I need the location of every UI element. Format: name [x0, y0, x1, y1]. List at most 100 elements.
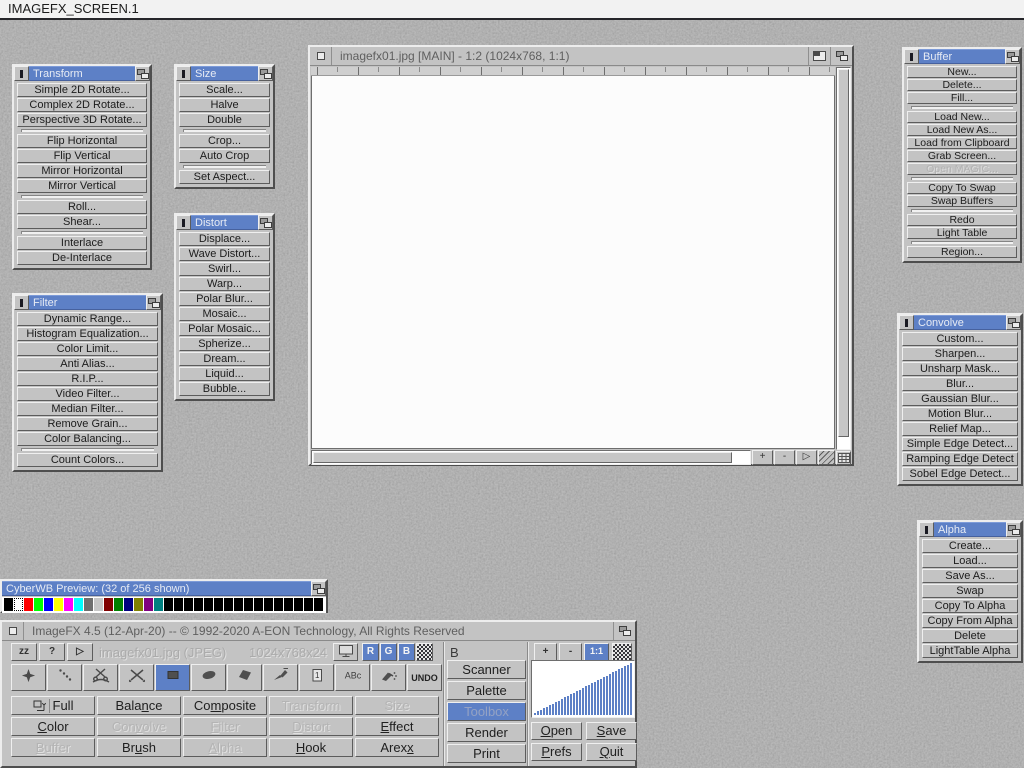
- screen-mode-button[interactable]: [333, 643, 358, 661]
- grid-button-full[interactable]: Full: [11, 696, 95, 715]
- palette-button-complex-2d-rotate[interactable]: Complex 2D Rotate...: [17, 98, 147, 112]
- close-gadget[interactable]: [14, 295, 29, 310]
- palette-button-sharpen[interactable]: Sharpen...: [902, 347, 1018, 361]
- play-button[interactable]: ▷: [67, 643, 93, 661]
- palette-button-redo[interactable]: Redo: [907, 214, 1017, 226]
- palette-button-double[interactable]: Double: [179, 113, 270, 127]
- palette-button-median-filter[interactable]: Median Filter...: [17, 402, 158, 416]
- color-swatch[interactable]: [4, 598, 13, 611]
- color-swatch[interactable]: [244, 598, 253, 611]
- palette-titlebar[interactable]: Transform: [14, 66, 150, 81]
- palette-button-liquid[interactable]: Liquid...: [179, 367, 270, 381]
- freehand-draw-tool-button[interactable]: [47, 664, 82, 691]
- palette-button-flip-horizontal[interactable]: Flip Horizontal: [17, 134, 147, 148]
- color-swatch[interactable]: [44, 598, 53, 611]
- color-swatch[interactable]: [104, 598, 113, 611]
- window-titlebar[interactable]: ImageFX 4.5 (12-Apr-20) -- © 1992-2020 A…: [2, 622, 635, 641]
- depth-gadget[interactable]: [1006, 522, 1021, 537]
- color-swatch[interactable]: [274, 598, 283, 611]
- color-swatch[interactable]: [164, 598, 173, 611]
- text-tool-button[interactable]: ABc: [335, 664, 370, 691]
- view-zoom-out-button[interactable]: -: [559, 643, 582, 661]
- palette-button-auto-crop[interactable]: Auto Crop: [179, 149, 270, 163]
- depth-gadget[interactable]: [311, 581, 326, 596]
- palette-titlebar[interactable]: Distort: [176, 215, 273, 230]
- page-button-palette[interactable]: Palette: [447, 681, 526, 700]
- color-swatch[interactable]: [144, 598, 153, 611]
- grid-button-hook[interactable]: Hook: [269, 738, 353, 757]
- horizontal-scrollbar[interactable]: [311, 450, 751, 465]
- action-button-quit[interactable]: Quit: [586, 743, 637, 761]
- color-swatch[interactable]: [154, 598, 163, 611]
- close-gadget[interactable]: [2, 622, 24, 640]
- action-button-prefs[interactable]: Prefs: [531, 743, 582, 761]
- green-channel-button[interactable]: G: [380, 643, 397, 661]
- zoom-gadget[interactable]: [808, 47, 830, 65]
- color-swatch[interactable]: [64, 598, 73, 611]
- palette-button-fill[interactable]: Fill...: [907, 92, 1017, 104]
- palette-button-de-interlace[interactable]: De-Interlace: [17, 251, 147, 265]
- action-button-open[interactable]: Open: [531, 722, 582, 740]
- page-button-print[interactable]: Print: [447, 744, 526, 763]
- palette-button-color-balancing[interactable]: Color Balancing...: [17, 432, 158, 446]
- grid-gadget[interactable]: [836, 451, 851, 465]
- palette-button-warp[interactable]: Warp...: [179, 277, 270, 291]
- close-gadget[interactable]: [176, 215, 191, 230]
- grid-button-balance[interactable]: Balance: [97, 696, 181, 715]
- brush-tool-button[interactable]: [263, 664, 298, 691]
- palette-button-displace[interactable]: Displace...: [179, 232, 270, 246]
- color-swatch[interactable]: [14, 598, 23, 611]
- vertical-scrollbar-knob[interactable]: [838, 69, 849, 437]
- color-swatch[interactable]: [184, 598, 193, 611]
- palette-button-unsharp-mask[interactable]: Unsharp Mask...: [902, 362, 1018, 376]
- close-gadget[interactable]: [899, 315, 914, 330]
- palette-button-swap-buffers[interactable]: Swap Buffers: [907, 195, 1017, 207]
- color-swatch[interactable]: [114, 598, 123, 611]
- color-swatch[interactable]: [264, 598, 273, 611]
- color-swatch[interactable]: [54, 598, 63, 611]
- palette-button-simple-2d-rotate[interactable]: Simple 2D Rotate...: [17, 83, 147, 97]
- window-titlebar[interactable]: imagefx01.jpg [MAIN] - 1:2 (1024x768, 1:…: [310, 47, 852, 66]
- freehand-cut-tool-button[interactable]: [83, 664, 118, 691]
- palette-button-load[interactable]: Load...: [922, 554, 1018, 568]
- palette-button-simple-edge-detect[interactable]: Simple Edge Detect...: [902, 437, 1018, 451]
- palette-button-save-as[interactable]: Save As...: [922, 569, 1018, 583]
- scissors-tool-button[interactable]: [119, 664, 154, 691]
- palette-button-polar-blur[interactable]: Polar Blur...: [179, 292, 270, 306]
- color-swatch[interactable]: [194, 598, 203, 611]
- palette-button-grab-screen[interactable]: Grab Screen...: [907, 150, 1017, 162]
- palette-button-perspective-3d-rotate[interactable]: Perspective 3D Rotate...: [17, 113, 147, 127]
- page-button-toolbox[interactable]: Toolbox: [447, 702, 526, 721]
- move-tool-button[interactable]: [11, 664, 46, 691]
- palette-button-spherize[interactable]: Spherize...: [179, 337, 270, 351]
- action-button-save[interactable]: Save: [586, 722, 637, 740]
- palette-button-region[interactable]: Region...: [907, 246, 1017, 258]
- close-gadget[interactable]: [14, 66, 29, 81]
- grid-button-composite[interactable]: Composite: [183, 696, 267, 715]
- palette-button-swirl[interactable]: Swirl...: [179, 262, 270, 276]
- next-buffer-button[interactable]: ▷: [796, 450, 817, 465]
- palette-button-halve[interactable]: Halve: [179, 98, 270, 112]
- palette-button-ramping-edge-detect[interactable]: Ramping Edge Detect: [902, 452, 1018, 466]
- color-swatch[interactable]: [284, 598, 293, 611]
- palette-button-sobel-edge-detect[interactable]: Sobel Edge Detect...: [902, 467, 1018, 481]
- palette-button-motion-blur[interactable]: Motion Blur...: [902, 407, 1018, 421]
- palette-button-delete[interactable]: Delete: [922, 629, 1018, 643]
- color-swatch[interactable]: [24, 598, 33, 611]
- color-swatch[interactable]: [304, 598, 313, 611]
- depth-gadget[interactable]: [135, 66, 150, 81]
- palette-button-r-i-p[interactable]: R.I.P...: [17, 372, 158, 386]
- airbrush-tool-button[interactable]: [371, 664, 406, 691]
- palette-button-interlace[interactable]: Interlace: [17, 236, 147, 250]
- palette-button-mirror-horizontal[interactable]: Mirror Horizontal: [17, 164, 147, 178]
- vertical-scrollbar[interactable]: [836, 67, 851, 450]
- depth-gadget[interactable]: [1006, 315, 1021, 330]
- color-swatch[interactable]: [314, 598, 323, 611]
- blue-channel-button[interactable]: B: [398, 643, 415, 661]
- palette-button-shear[interactable]: Shear...: [17, 215, 147, 229]
- palette-button-anti-alias[interactable]: Anti Alias...: [17, 357, 158, 371]
- palette-button-polar-mosaic[interactable]: Polar Mosaic...: [179, 322, 270, 336]
- depth-gadget[interactable]: [1005, 49, 1020, 64]
- view-zoom-in-button[interactable]: +: [534, 643, 557, 661]
- color-swatch[interactable]: [254, 598, 263, 611]
